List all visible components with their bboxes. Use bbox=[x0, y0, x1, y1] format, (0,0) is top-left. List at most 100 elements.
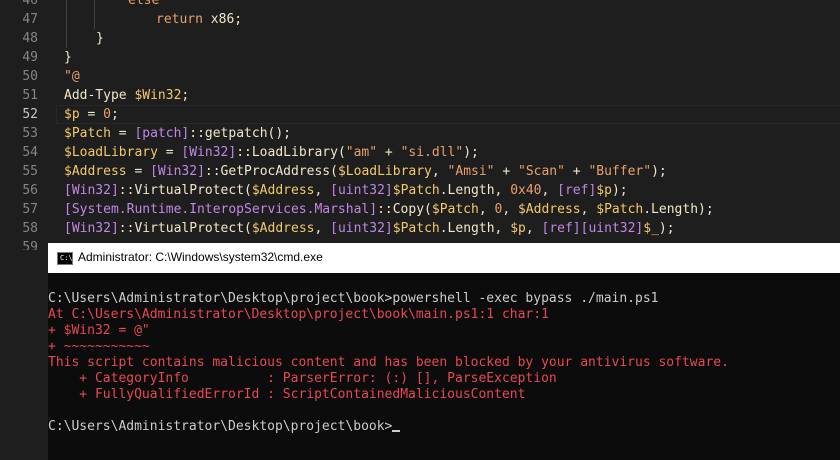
line-number: 59 bbox=[22, 240, 38, 250]
code-token: $LoadLibrary bbox=[337, 164, 432, 179]
code-token: "si.dll" bbox=[400, 145, 464, 160]
editor-line[interactable]: 47 return x86; bbox=[0, 10, 840, 29]
code-token: } bbox=[96, 31, 104, 46]
code-token: $Address bbox=[64, 164, 127, 179]
code-token: + bbox=[377, 145, 401, 160]
code-text: Add-Type $Win32; bbox=[64, 86, 189, 105]
editor-line[interactable]: 58 [Win32]::VirtualProtect($Address, [uin… bbox=[0, 219, 840, 238]
code-token: [ref][uint32] bbox=[541, 221, 644, 236]
code-editor[interactable]: 46 else 47 return x86; 48} 49} 50 "@ 51 Add-Type … bbox=[0, 0, 840, 250]
error-line: + FullyQualifiedErrorId : ScriptContaine… bbox=[48, 387, 526, 402]
code-token: $_ bbox=[643, 221, 659, 236]
code-text: "@ bbox=[64, 67, 80, 86]
code-token: [uint32] bbox=[330, 183, 393, 198]
code-token: , bbox=[478, 202, 495, 217]
code-text: $p = 0; bbox=[64, 105, 119, 124]
code-token: $Address bbox=[517, 202, 581, 217]
code-token: , bbox=[314, 221, 331, 236]
code-token: , bbox=[580, 202, 597, 217]
code-token: 0x40 bbox=[510, 183, 542, 198]
code-text: [Win32]::VirtualProtect($Address, [uint3… bbox=[64, 219, 675, 238]
editor-line[interactable]: 52 $p = 0; bbox=[0, 105, 840, 124]
code-token: "Scan" bbox=[518, 164, 565, 179]
editor-line[interactable]: 46 else bbox=[0, 0, 840, 10]
code-token: , bbox=[314, 183, 331, 198]
code-token: ; bbox=[110, 107, 119, 122]
code-token: ::GetProcAddress( bbox=[204, 164, 338, 179]
line-number: 52 bbox=[22, 107, 38, 122]
code-token: , bbox=[502, 202, 518, 217]
code-token: [Win32] bbox=[181, 145, 237, 160]
line-number: 55 bbox=[22, 164, 38, 179]
line-number: 54 bbox=[22, 145, 38, 160]
code-token: [System.Runtime.InteropServices.Marshal] bbox=[64, 202, 378, 217]
cmd-window-title: Administrator: C:\Windows\system32\cmd.e… bbox=[78, 250, 323, 264]
code-token: [uint32] bbox=[330, 221, 393, 236]
code-token: else bbox=[128, 0, 160, 8]
code-token: ::VirtualProtect( bbox=[118, 183, 252, 198]
code-token: $Patch bbox=[392, 183, 440, 198]
code-token: $Patch bbox=[431, 202, 479, 217]
code-token: .Length, bbox=[439, 183, 511, 198]
cmd-titlebar[interactable]: C:\ Administrator: C:\Windows\system32\c… bbox=[48, 243, 840, 273]
code-token: + bbox=[564, 164, 589, 179]
editor-line[interactable]: 49} bbox=[0, 48, 840, 67]
code-token: 0 bbox=[103, 107, 111, 122]
code-token: [Win32] bbox=[64, 221, 119, 236]
error-line: This script contains malicious content a… bbox=[48, 355, 729, 370]
editor-line[interactable]: 57 [System.Runtime.InteropServices.Marsha… bbox=[0, 200, 840, 219]
code-token: [ref] bbox=[557, 183, 597, 198]
code-text: else bbox=[128, 0, 159, 10]
cmd-window[interactable]: C:\ Administrator: C:\Windows\system32\c… bbox=[48, 243, 840, 460]
code-text: } bbox=[96, 29, 104, 48]
code-token: $Patch bbox=[596, 202, 644, 217]
error-line: At C:\Users\Administrator\Desktop\projec… bbox=[48, 307, 549, 322]
editor-line[interactable]: 48} bbox=[0, 29, 840, 48]
code-token: } bbox=[64, 50, 72, 65]
code-token: $p bbox=[596, 183, 612, 198]
code-token: ); bbox=[651, 164, 667, 179]
editor-line[interactable]: 50 "@ bbox=[0, 67, 840, 86]
code-token: ; bbox=[181, 88, 190, 103]
line-number: 56 bbox=[22, 183, 38, 198]
code-token: [Win32] bbox=[150, 164, 205, 179]
indent-guide bbox=[66, 0, 67, 48]
error-line: + $Win32 = @" bbox=[48, 323, 150, 338]
line-number: 53 bbox=[22, 126, 38, 141]
editor-line[interactable]: 56 [Win32]::VirtualProtect($Address, [uin… bbox=[0, 181, 840, 200]
code-token: ::VirtualProtect( bbox=[118, 221, 252, 236]
error-line: + CategoryInfo : ParserError: (:) [], Pa… bbox=[48, 371, 557, 386]
code-text: $Patch = [patch]::getpatch(); bbox=[64, 124, 291, 143]
code-token: $Win32 bbox=[134, 88, 182, 103]
code-text: [Win32]::VirtualProtect($Address, [uint3… bbox=[64, 181, 628, 200]
code-token: = bbox=[157, 145, 182, 160]
editor-line[interactable]: 55 $Address = [Win32]::GetProcAddress($Lo… bbox=[0, 162, 840, 181]
editor-line[interactable]: 54 $LoadLibrary = [Win32]::LoadLibrary("a… bbox=[0, 143, 840, 162]
editor-line[interactable]: 53 $Patch = [patch]::getpatch(); bbox=[0, 124, 840, 143]
text-cursor bbox=[392, 430, 401, 432]
code-token: x86; bbox=[202, 12, 243, 27]
code-token: = bbox=[126, 164, 151, 179]
code-token: , bbox=[525, 221, 542, 236]
editor-line[interactable]: 51 Add-Type $Win32; bbox=[0, 86, 840, 105]
code-token: = bbox=[79, 107, 104, 122]
code-token: = bbox=[110, 126, 135, 141]
line-number: 48 bbox=[22, 31, 38, 46]
code-token: ); bbox=[463, 145, 479, 160]
code-text: $Address = [Win32]::GetProcAddress($Load… bbox=[64, 162, 667, 181]
code-token: , bbox=[541, 183, 558, 198]
line-number: 46 bbox=[22, 0, 38, 8]
code-token: "Amsi" bbox=[447, 164, 495, 179]
code-token: .Length); bbox=[643, 202, 714, 217]
cmd-icon: C:\ bbox=[57, 252, 73, 265]
error-line: + ~~~~~~~~~~~ bbox=[48, 339, 150, 354]
console-line: C:\Users\Administrator\Desktop\project\b… bbox=[48, 419, 401, 435]
code-token: "@ bbox=[64, 69, 80, 84]
code-token: + bbox=[494, 164, 518, 179]
code-token: ::Copy( bbox=[377, 202, 432, 217]
line-number: 47 bbox=[22, 12, 38, 27]
code-token: $Patch bbox=[392, 221, 440, 236]
code-token: ::LoadLibrary( bbox=[236, 145, 346, 160]
code-token: .Length, bbox=[439, 221, 511, 236]
line-number: 58 bbox=[22, 221, 38, 236]
